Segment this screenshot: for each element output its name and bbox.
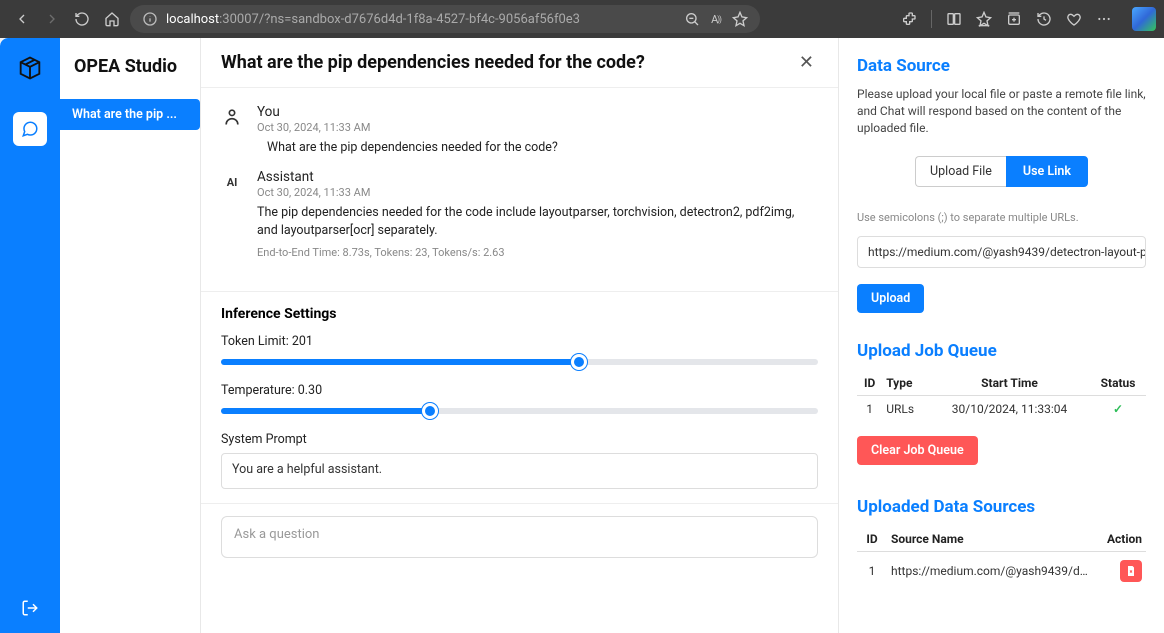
split-screen-icon[interactable] [946, 11, 962, 27]
assistant-name: Assistant [257, 169, 818, 185]
assistant-metrics: End-to-End Time: 8.73s, Tokens: 23, Toke… [257, 246, 818, 259]
col-status: Status [1090, 371, 1146, 396]
user-avatar-icon [221, 106, 243, 128]
col-id: ID [857, 527, 887, 552]
assistant-text: The pip dependencies needed for the code… [257, 204, 818, 240]
url-host: localhost [166, 12, 219, 27]
nav-rail [0, 38, 60, 633]
col-source-name: Source Name [887, 527, 1096, 552]
temperature-label: Temperature: 0.30 [221, 383, 818, 398]
favorites-bar-icon[interactable] [976, 11, 992, 27]
favorite-icon[interactable] [732, 11, 748, 27]
home-icon[interactable] [104, 11, 120, 27]
reload-icon[interactable] [74, 11, 90, 27]
table-row: 1 https://medium.com/@yash9439/detectr..… [857, 552, 1146, 591]
toolbar-divider [931, 10, 932, 28]
address-bar[interactable]: localhost:30007/?ns=sandbox-d7676d4d-1f8… [130, 5, 760, 33]
inference-settings: Inference Settings Token Limit: 201 Temp… [201, 291, 838, 503]
job-queue-heading: Upload Job Queue [857, 341, 1146, 361]
right-panel: Data Source Please upload your local fil… [839, 38, 1164, 633]
conversation-tab[interactable]: What are the pip ... [60, 99, 200, 130]
clear-job-queue-button[interactable]: Clear Job Queue [857, 436, 978, 465]
chat-nav-item[interactable] [13, 112, 47, 146]
ask-input[interactable]: Ask a question [221, 516, 818, 558]
url-path: :30007/?ns=sandbox-d7676d4d-1f8a-4527-bf… [219, 12, 580, 27]
back-icon[interactable] [14, 11, 30, 27]
assistant-timestamp: Oct 30, 2024, 11:33 AM [257, 186, 818, 199]
table-row: 1 URLs 30/10/2024, 11:33:04 ✓ [857, 396, 1146, 423]
col-start: Start Time [929, 371, 1090, 396]
site-info-icon[interactable] [142, 11, 158, 27]
job-queue-table: ID Type Start Time Status 1 URLs 30/10/2… [857, 371, 1146, 422]
extensions-icon[interactable] [901, 11, 917, 27]
delete-source-button[interactable] [1120, 560, 1142, 582]
read-aloud-icon[interactable]: A)) [708, 11, 724, 27]
uploaded-sources-table: ID Source Name Action 1 https://medium.c… [857, 527, 1146, 590]
check-icon: ✓ [1113, 402, 1123, 416]
upload-file-button[interactable]: Upload File [915, 156, 1006, 187]
browser-essentials-icon[interactable] [1066, 11, 1082, 27]
logout-icon[interactable] [13, 591, 47, 625]
url-hint: Use semicolons (;) to separate multiple … [857, 211, 1146, 224]
temperature-slider[interactable] [221, 408, 818, 414]
forward-icon [44, 11, 60, 27]
more-icon[interactable] [1096, 11, 1112, 27]
col-id: ID [857, 371, 882, 396]
settings-heading: Inference Settings [221, 306, 818, 322]
page-title: What are the pip dependencies needed for… [221, 52, 645, 73]
upload-button[interactable]: Upload [857, 284, 924, 313]
token-limit-slider[interactable] [221, 359, 818, 365]
col-type: Type [882, 371, 929, 396]
use-link-button[interactable]: Use Link [1006, 156, 1088, 187]
history-icon[interactable] [1036, 11, 1052, 27]
main-panel: What are the pip dependencies needed for… [200, 38, 839, 633]
zoom-out-icon[interactable] [684, 11, 700, 27]
assistant-avatar-icon: AI [221, 171, 243, 193]
url-input[interactable]: https://medium.com/@yash9439/detectron-l… [857, 236, 1146, 268]
copilot-icon[interactable] [1132, 7, 1156, 31]
data-source-desc: Please upload your local file or paste a… [857, 86, 1146, 136]
collections-icon[interactable] [1006, 11, 1022, 27]
col-action: Action [1096, 527, 1146, 552]
token-limit-label: Token Limit: 201 [221, 334, 818, 349]
system-prompt-input[interactable]: You are a helpful assistant. [221, 453, 818, 489]
system-prompt-label: System Prompt [221, 432, 818, 447]
user-name: You [257, 104, 558, 120]
brand-title: OPEA Studio [60, 38, 200, 99]
sidebar: OPEA Studio What are the pip ... [60, 38, 200, 633]
close-icon[interactable]: ✕ [795, 52, 818, 73]
user-timestamp: Oct 30, 2024, 11:33 AM [257, 121, 558, 134]
browser-toolbar: localhost:30007/?ns=sandbox-d7676d4d-1f8… [0, 0, 1164, 38]
app-logo-icon [16, 54, 44, 82]
user-text: What are the pip dependencies needed for… [267, 139, 558, 157]
user-message: You Oct 30, 2024, 11:33 AM What are the … [221, 104, 818, 157]
uploaded-sources-heading: Uploaded Data Sources [857, 497, 1146, 517]
data-source-heading: Data Source [857, 56, 1146, 76]
assistant-message: AI Assistant Oct 30, 2024, 11:33 AM The … [221, 169, 818, 259]
